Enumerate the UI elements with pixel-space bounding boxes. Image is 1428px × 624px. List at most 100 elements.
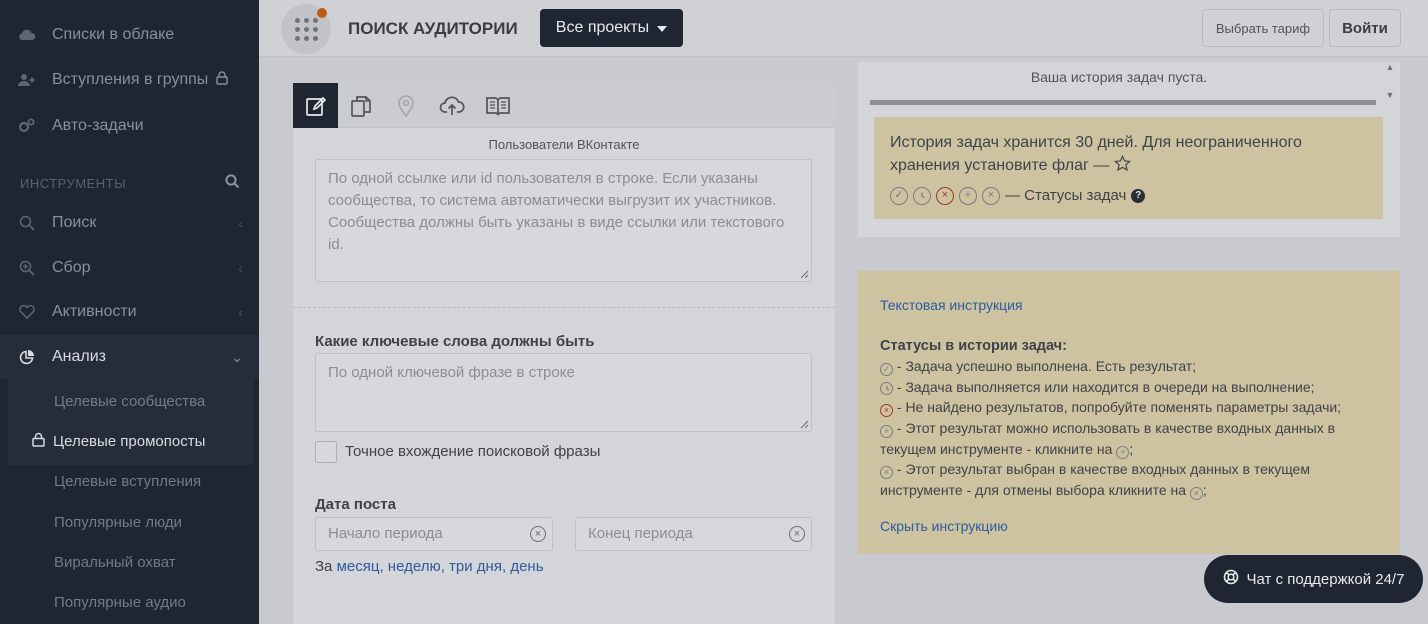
period-start-input[interactable]: Начало периода × bbox=[315, 517, 553, 551]
instruction-text: - Не найдено результатов, попробуйте пом… bbox=[896, 399, 1342, 416]
status-selected-icon: × bbox=[880, 466, 893, 480]
all-projects-dropdown[interactable]: Все проекты bbox=[540, 9, 683, 47]
history-note-text: История задач хранится 30 дней. Для неог… bbox=[890, 134, 1302, 174]
instruction-line-pending: - Задача выполняется или находится в оче… bbox=[880, 377, 1378, 398]
dropdown-label: Все проекты bbox=[555, 19, 650, 36]
history-info-note: История задач хранится 30 дней. Для неог… bbox=[874, 117, 1383, 219]
status-pending-icon bbox=[880, 382, 893, 396]
instruction-text: - Задача выполняется или находится в оче… bbox=[896, 378, 1315, 395]
support-chat-button[interactable]: Чат с поддержкой 24/7 bbox=[1204, 555, 1423, 603]
submenu-item-label: Целевые сообщества bbox=[54, 392, 206, 410]
submenu-item-label: Виральный охват bbox=[54, 553, 176, 571]
sidebar-item-activities[interactable]: Активности ‹ bbox=[0, 290, 259, 334]
sidebar: Списки в облаке Вступления в группы Авто… bbox=[0, 0, 259, 624]
submenu-item-label: Популярные аудио bbox=[54, 593, 186, 611]
heart-icon bbox=[18, 303, 36, 321]
help-icon[interactable]: ? bbox=[1131, 188, 1146, 203]
period-day-link[interactable]: день bbox=[510, 558, 543, 575]
notification-dot bbox=[317, 8, 327, 18]
resize-handle-icon[interactable] bbox=[799, 269, 809, 279]
sidebar-item-search[interactable]: Поиск ‹ bbox=[0, 201, 259, 245]
sidebar-item-label: Авто-задачи bbox=[52, 117, 144, 134]
date-label: Дата поста bbox=[315, 496, 396, 513]
submenu-item-target-promoposts[interactable]: Целевые промопосты bbox=[0, 421, 259, 461]
period-month-link[interactable]: месяц, bbox=[337, 558, 384, 575]
history-scrollbar-track[interactable] bbox=[870, 100, 1376, 105]
submenu-item-popular-audio[interactable]: Популярные аудио bbox=[0, 582, 259, 622]
tab-instructions[interactable] bbox=[475, 83, 520, 128]
sidebar-item-auto-tasks[interactable]: Авто-задачи bbox=[0, 104, 259, 148]
chevron-left-icon: ‹ bbox=[238, 304, 243, 320]
input-source-tabs bbox=[293, 83, 835, 128]
instruction-text: ; bbox=[1129, 440, 1134, 457]
instruction-text: - Задача успешно выполнена. Есть результ… bbox=[896, 358, 1197, 375]
users-textarea[interactable]: По одной ссылке или id пользователя в ст… bbox=[315, 159, 812, 282]
statuses-text: — Статусы задач bbox=[1005, 187, 1127, 204]
keywords-placeholder: По одной ключевой фразе в строке bbox=[328, 364, 575, 381]
period-three-days-link[interactable]: три дня, bbox=[449, 558, 506, 575]
period-shortcuts: За месяц, неделю, три дня, день bbox=[315, 558, 544, 575]
sidebar-item-label: Поиск bbox=[52, 214, 97, 231]
copy-icon bbox=[350, 95, 371, 117]
period-start-placeholder: Начало периода bbox=[328, 525, 443, 542]
submenu-item-popular-people[interactable]: Популярные люди bbox=[0, 502, 259, 542]
star-icon[interactable] bbox=[1113, 154, 1131, 179]
sidebar-item-collect[interactable]: Сбор ‹ bbox=[0, 246, 259, 290]
chat-label: Чат с поддержкой 24/7 bbox=[1246, 570, 1405, 588]
tab-cloud-input[interactable] bbox=[429, 83, 474, 128]
sidebar-item-label: Активности bbox=[52, 303, 137, 320]
map-pin-icon bbox=[397, 94, 414, 117]
period-prefix: За bbox=[315, 558, 333, 575]
resize-handle-icon[interactable] bbox=[799, 419, 809, 429]
zoom-plus-icon bbox=[18, 259, 36, 277]
instruction-line-failed: × - Не найдено результатов, попробуйте п… bbox=[880, 397, 1378, 418]
hide-instruction-link[interactable]: Скрыть инструкцию bbox=[880, 516, 1378, 537]
divider bbox=[293, 307, 835, 308]
scroll-down-icon[interactable]: ▼ bbox=[1386, 90, 1395, 100]
exact-match-checkbox[interactable] bbox=[315, 441, 337, 463]
lock-icon bbox=[216, 70, 228, 90]
status-usable-icon: + bbox=[1116, 445, 1130, 459]
section-caption: Пользователи ВКонтакте bbox=[488, 137, 640, 152]
status-usable-icon: + bbox=[880, 424, 893, 438]
instruction-text: - Этот результат можно использовать в ка… bbox=[880, 419, 1336, 457]
clear-icon[interactable]: × bbox=[789, 526, 805, 542]
login-button[interactable]: Войти bbox=[1329, 9, 1401, 47]
tab-manual-input[interactable] bbox=[293, 83, 338, 128]
sidebar-item-label: Анализ bbox=[52, 348, 107, 365]
sidebar-item-cloud-lists[interactable]: Списки в облаке bbox=[0, 13, 259, 57]
sidebar-item-analysis[interactable]: Анализ ⌄ bbox=[0, 335, 259, 379]
exact-match-label: Точное вхождение поисковой фразы bbox=[345, 443, 601, 460]
status-usable-icon: + bbox=[959, 186, 977, 205]
scroll-up-icon[interactable]: ▲ bbox=[1386, 62, 1395, 72]
submenu-item-label: Популярные люди bbox=[54, 513, 183, 531]
submenu-item-label: Целевые промопосты bbox=[53, 432, 206, 450]
period-end-input[interactable]: Конец периода × bbox=[575, 517, 812, 551]
chevron-left-icon: ‹ bbox=[238, 215, 243, 231]
submenu-item-target-joins[interactable]: Целевые вступления bbox=[0, 461, 259, 501]
edit-icon bbox=[305, 96, 326, 116]
cloud-upload-icon bbox=[439, 95, 465, 115]
apps-menu-button[interactable] bbox=[281, 4, 331, 54]
clear-icon[interactable]: × bbox=[530, 526, 546, 542]
history-scrollbar[interactable]: ▲ ▼ bbox=[1380, 62, 1400, 102]
submenu-item-viral-reach[interactable]: Виральный охват bbox=[0, 542, 259, 582]
chevron-down-icon: ⌄ bbox=[231, 348, 243, 365]
sidebar-section-tools: ИНСТРУМЕНТЫ bbox=[20, 174, 240, 192]
keywords-textarea[interactable]: По одной ключевой фразе в строке bbox=[315, 353, 812, 432]
tab-geo-input[interactable] bbox=[383, 83, 428, 128]
task-history-panel: Ваша история задач пуста. ▲ ▼ История за… bbox=[858, 62, 1400, 237]
sidebar-item-label: Вступления в группы bbox=[52, 71, 209, 88]
section-title: ИНСТРУМЕНТЫ bbox=[20, 175, 127, 191]
sidebar-item-group-joins[interactable]: Вступления в группы bbox=[0, 58, 259, 102]
search-icon[interactable] bbox=[225, 174, 240, 192]
status-failed-icon: × bbox=[880, 404, 893, 418]
period-week-link[interactable]: неделю, bbox=[388, 558, 445, 575]
sidebar-item-label: Сбор bbox=[52, 259, 91, 276]
tab-copy-input[interactable] bbox=[338, 83, 383, 128]
instruction-text: - Этот результат выбран в качестве входн… bbox=[880, 461, 1310, 498]
text-instruction-link[interactable]: Текстовая инструкция bbox=[880, 297, 1023, 313]
submenu-item-target-communities[interactable]: Целевые сообщества bbox=[0, 381, 259, 421]
status-legend: ✓ × + × — Статусы задач ? bbox=[890, 184, 1367, 207]
choose-tariff-button[interactable]: Выбрать тариф bbox=[1202, 9, 1324, 47]
